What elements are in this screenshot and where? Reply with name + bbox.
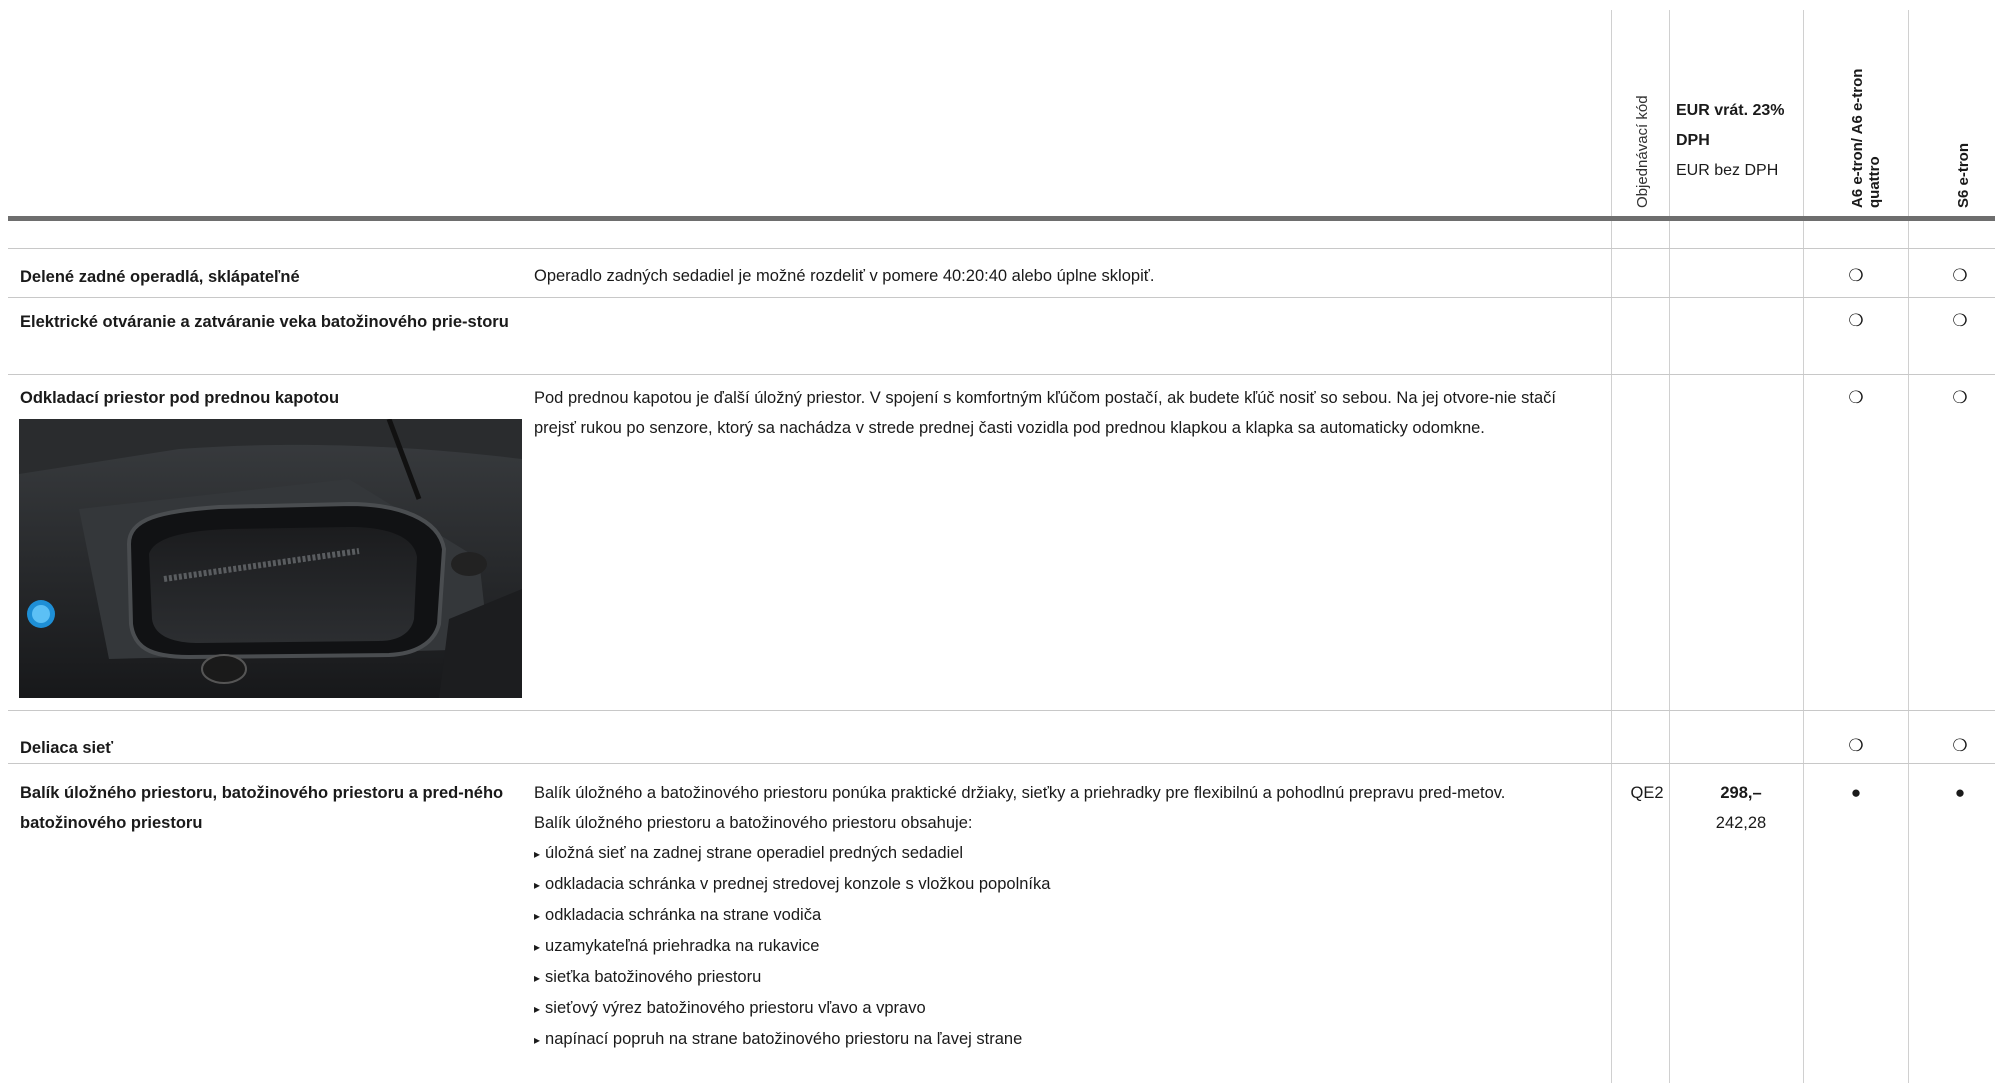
- header-model-a6-label: A6 e-tron/ A6 e-tron quattro: [1849, 68, 1883, 208]
- standard-mark: ●: [1850, 783, 1862, 802]
- column-divider: [1611, 10, 1612, 1083]
- row-title: Odkladací priestor pod prednou kapotou: [20, 389, 340, 407]
- column-divider: [1908, 10, 1909, 1083]
- list-item: sieťový výrez batožinového priestoru vľa…: [534, 993, 1594, 1024]
- row-title: Balík úložného priestoru, batožinového p…: [20, 784, 504, 832]
- row-description: Balík úložného a batožinového priestoru …: [534, 778, 1594, 1055]
- list-item: odkladacia schránka v prednej stredovej …: [534, 869, 1594, 900]
- front-trunk-illustration: [19, 419, 522, 698]
- optional-mark: ❍: [1848, 388, 1864, 407]
- row-description: Pod prednou kapotou je ďalší úložný prie…: [534, 383, 1594, 443]
- package-intro: Balík úložného priestoru a batožinového …: [534, 814, 973, 832]
- optional-mark: ❍: [1952, 311, 1968, 330]
- row-description-text: Pod prednou kapotou je ďalší úložný prie…: [534, 389, 1556, 437]
- list-item: sieťka batožinového priestoru: [534, 962, 1594, 993]
- optional-mark: ❍: [1848, 736, 1864, 755]
- row-separator: [8, 763, 1995, 764]
- list-item: odkladacia schránka na strane vodiča: [534, 900, 1594, 931]
- row-separator: [8, 248, 1995, 249]
- optional-mark: ❍: [1952, 736, 1968, 755]
- row-title: Deliaca sieť: [20, 739, 114, 757]
- header-price-net: EUR bez DPH: [1676, 162, 1779, 179]
- row-title: Delené zadné operadlá, sklápateľné: [20, 268, 300, 286]
- optional-mark: ❍: [1848, 266, 1864, 285]
- row-separator: [8, 710, 1995, 711]
- price-net: 242,28: [1715, 814, 1767, 832]
- row-description: Operadlo zadných sedadiel je možné rozde…: [534, 261, 1594, 291]
- header-price: EUR vrát. 23% DPH EUR bez DPH: [1676, 96, 1786, 186]
- price: 298,– 242,28: [1676, 778, 1806, 838]
- header-order-code: Objednávací kód: [1634, 95, 1651, 208]
- optional-mark: ❍: [1952, 388, 1968, 407]
- column-divider: [1803, 10, 1804, 1083]
- front-trunk-photo: [19, 419, 522, 698]
- order-code: QE2: [1630, 784, 1664, 802]
- standard-mark: ●: [1954, 783, 1966, 802]
- row-separator: [8, 374, 1995, 375]
- list-item: úložná sieť na zadnej strane operadiel p…: [534, 838, 1594, 869]
- column-divider: [1669, 10, 1670, 1083]
- header-model-s6: S6 e-tron: [1955, 142, 1972, 208]
- header-bar: [8, 216, 1995, 221]
- price-gross: 298,–: [1720, 784, 1762, 802]
- price-list-page: Objednávací kód EUR vrát. 23% DPH EUR be…: [0, 0, 1995, 1083]
- optional-mark: ❍: [1952, 266, 1968, 285]
- row-description-text: Operadlo zadných sedadiel je možné rozde…: [534, 267, 1155, 285]
- row-title: Elektrické otváranie a zatváranie veka b…: [20, 313, 509, 331]
- header-price-gross: EUR vrát. 23% DPH: [1676, 102, 1785, 149]
- list-item: uzamykateľná priehradka na rukavice: [534, 931, 1594, 962]
- list-item: napínací popruh na strane batožinového p…: [534, 1024, 1594, 1055]
- header-model-a6: A6 e-tron/ A6 e-tron quattro: [1849, 38, 1883, 208]
- row-separator: [8, 297, 1995, 298]
- row-description-text: Balík úložného a batožinového priestoru …: [534, 784, 1506, 802]
- optional-mark: ❍: [1848, 311, 1864, 330]
- package-contents-list: úložná sieť na zadnej strane operadiel p…: [534, 838, 1594, 1055]
